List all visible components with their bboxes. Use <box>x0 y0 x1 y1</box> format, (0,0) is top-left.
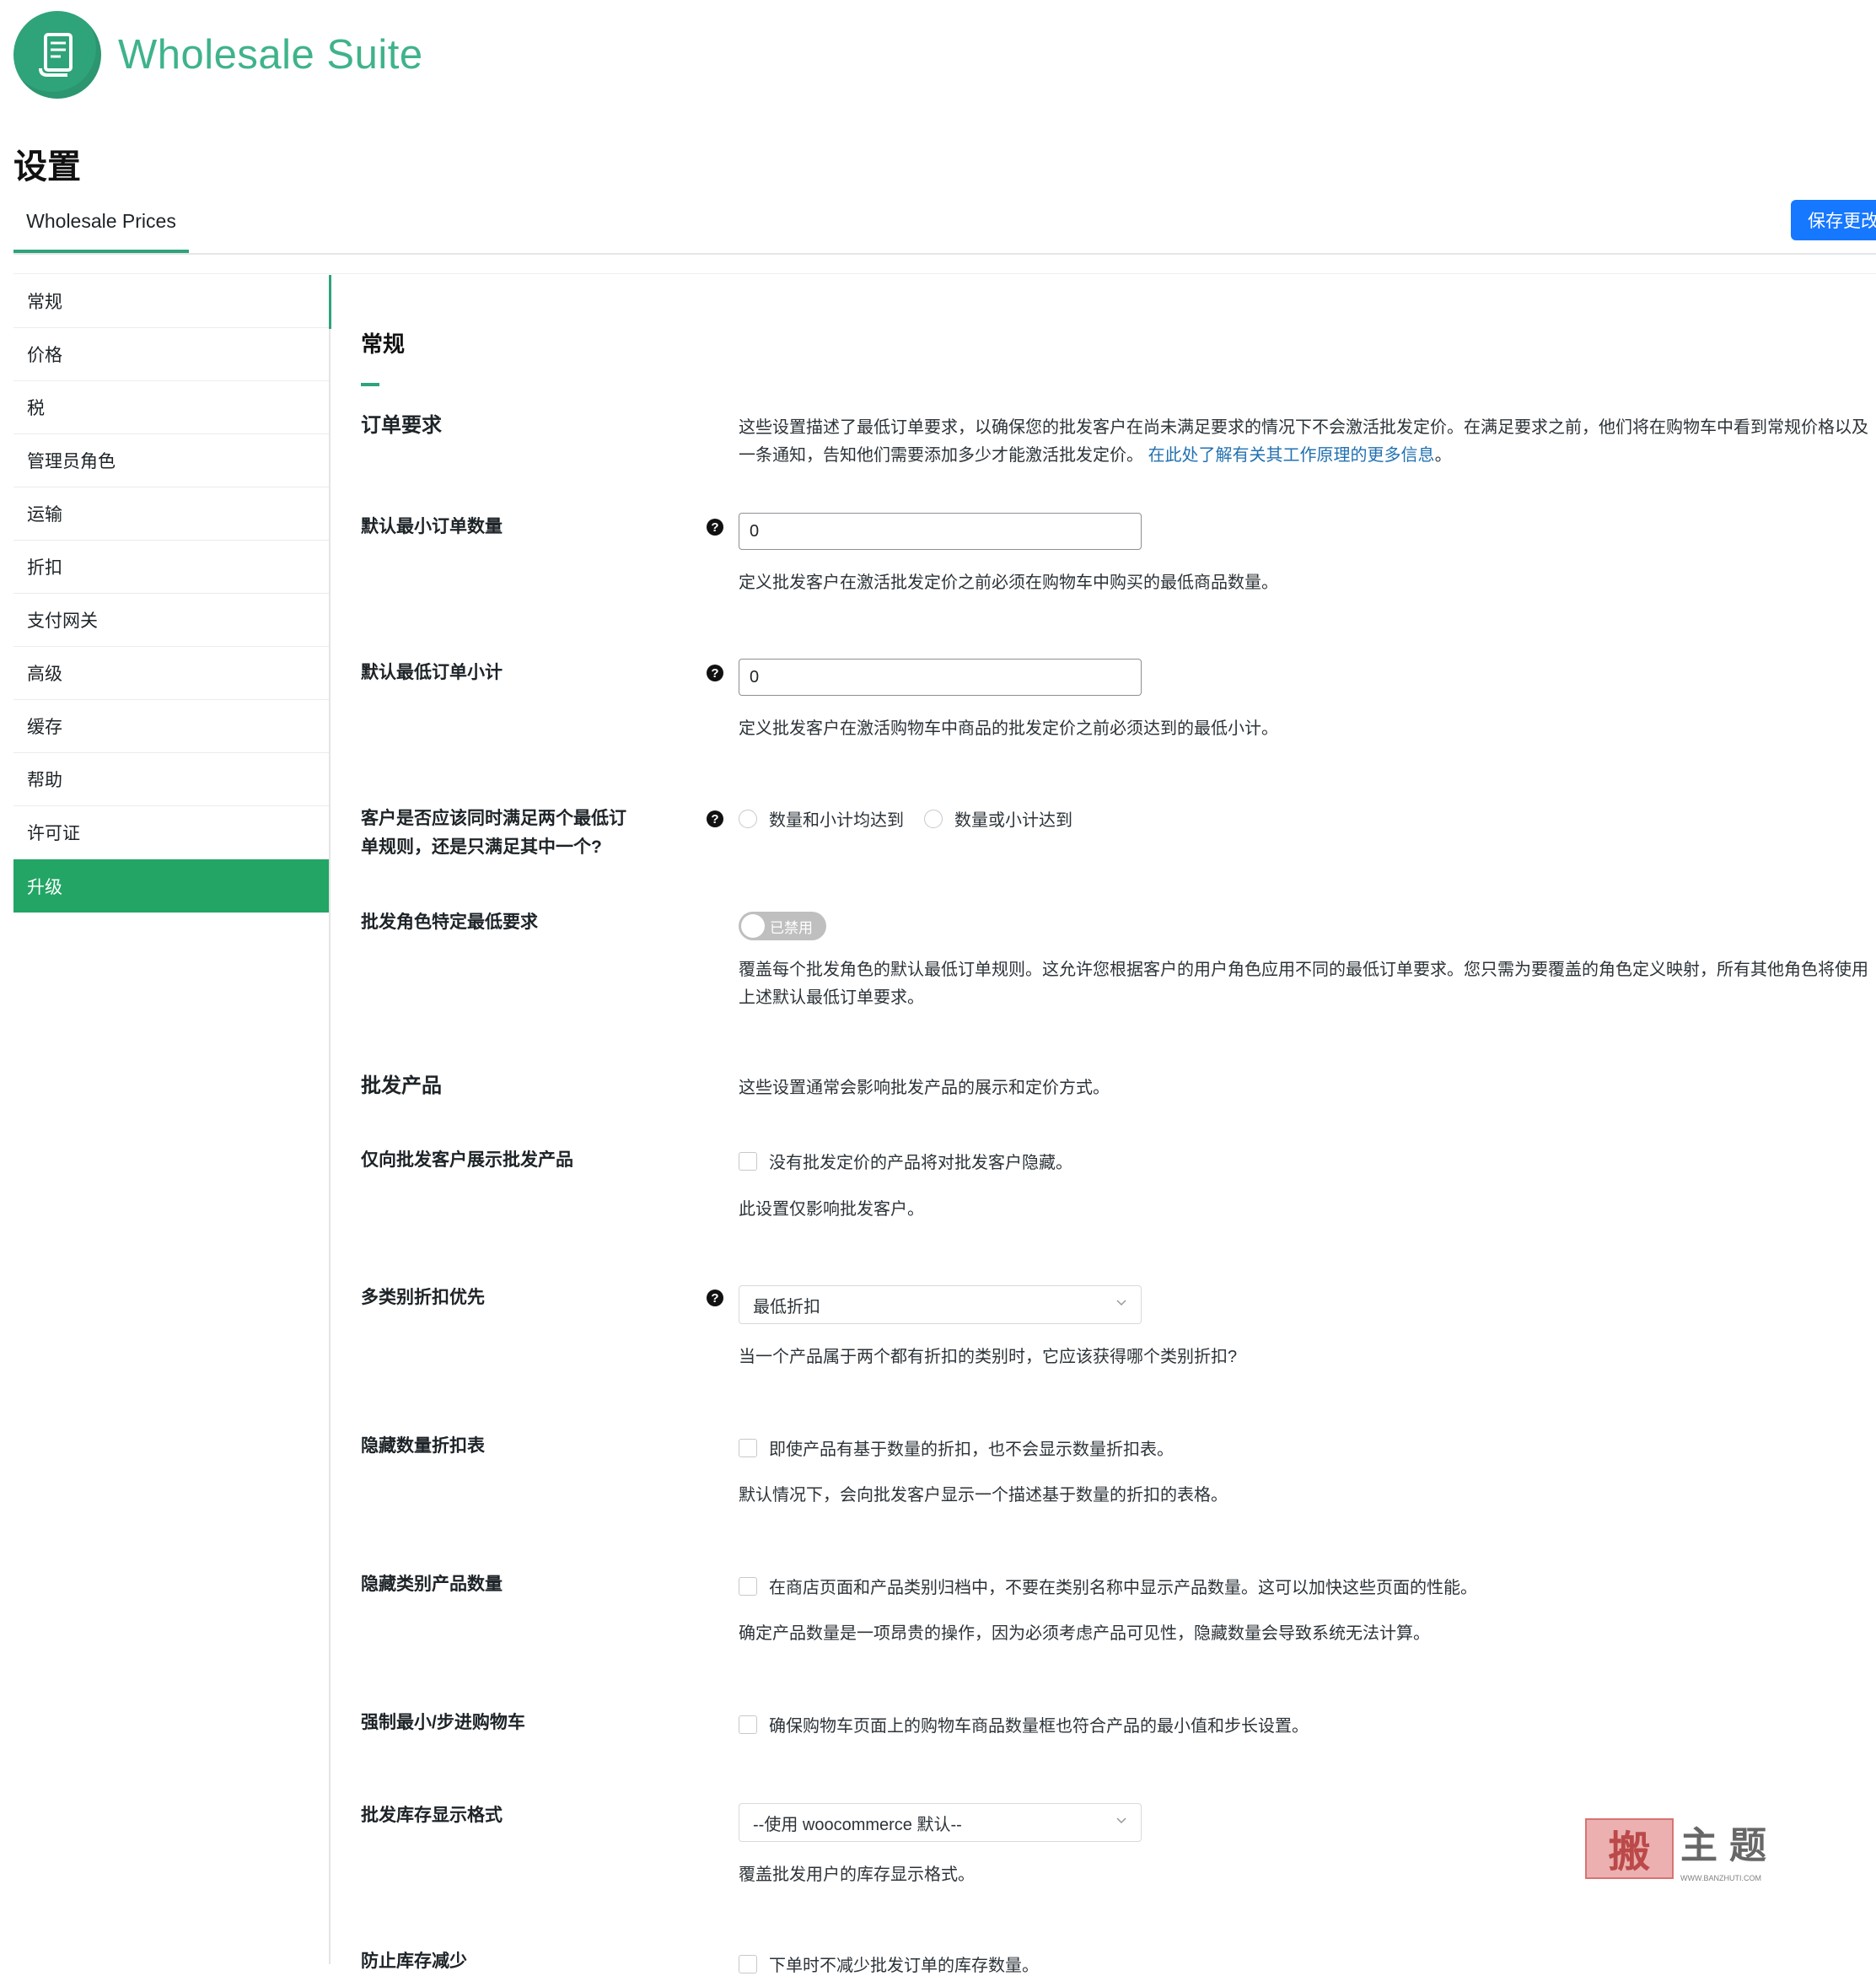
prevent-stock-reduce-label: 防止库存减少 <box>361 1952 467 1971</box>
radio-and-label: 数量和小计均达到 <box>769 811 904 830</box>
hide-qty-table-label: 隐藏数量折扣表 <box>361 1436 485 1456</box>
watermark-url: WWW.BANZHUTI.COM <box>1680 1874 1761 1882</box>
sidebar-item-license[interactable]: 许可证 <box>13 806 331 859</box>
min-subtotal-description: 定义批发客户在激活购物车中商品的批发定价之前必须达到的最低小计。 <box>739 719 1278 738</box>
stock-format-select[interactable]: --使用 woocommerce 默认-- <box>739 1803 1142 1842</box>
watermark-text: 主题 <box>1680 1824 1778 1867</box>
hide-qty-table-checkbox[interactable] <box>739 1438 757 1457</box>
enforce-min-step-checkbox[interactable] <box>739 1715 757 1734</box>
sidebar-active-indicator <box>329 275 331 329</box>
category-discount-description: 当一个产品属于两个都有折扣的类别时，它应该获得哪个类别折扣? <box>739 1348 1238 1366</box>
sidebar-item-price[interactable]: 价格 <box>13 328 331 381</box>
watermark-stamp: 搬 <box>1585 1818 1674 1879</box>
sidebar-item-help[interactable]: 帮助 <box>13 753 331 806</box>
sidebar-item-cache[interactable]: 缓存 <box>13 700 331 753</box>
enforce-min-step-option: 确保购物车页面上的购物车商品数量框也符合产品的最小值和步长设置。 <box>739 1712 1309 1736</box>
only-show-wholesale-label: 仅向批发客户展示批发产品 <box>361 1150 573 1170</box>
help-icon[interactable]: ? <box>707 810 723 827</box>
chevron-down-icon <box>1116 1300 1126 1306</box>
hide-cat-count-checkbox[interactable] <box>739 1576 757 1596</box>
sidebar-item-general[interactable]: 常规 <box>13 275 331 328</box>
order-requirements-description: 这些设置描述了最低订单要求，以确保您的批发客户在尚未满足要求的情况下不会激活批发… <box>739 414 1873 470</box>
toggle-knob <box>741 914 765 938</box>
stock-format-value: --使用 woocommerce 默认-- <box>753 1815 962 1834</box>
page-title: 设置 <box>13 148 81 186</box>
only-show-wholesale-description: 此设置仅影响批发客户。 <box>739 1200 924 1219</box>
save-button[interactable]: 保存更改 <box>1791 200 1876 240</box>
brand-name: Wholesale Suite <box>118 32 423 78</box>
section-accent <box>361 383 379 386</box>
hide-qty-table-checkbox-label: 即使产品有基于数量的折扣，也不会显示数量折扣表。 <box>769 1440 1174 1459</box>
stock-format-label: 批发库存显示格式 <box>361 1806 503 1825</box>
section-title: 常规 <box>361 331 406 357</box>
hide-cat-count-label: 隐藏类别产品数量 <box>361 1575 503 1594</box>
help-icon[interactable]: ? <box>707 519 723 536</box>
toggle-status: 已禁用 <box>770 919 813 936</box>
category-discount-label: 多类别折扣优先 <box>361 1288 485 1307</box>
enforce-min-step-checkbox-label: 确保购物车页面上的购物车商品数量框也符合产品的最小值和步长设置。 <box>769 1717 1309 1736</box>
radio-or[interactable] <box>924 809 943 828</box>
divider <box>13 273 1876 274</box>
sidebar-item-discount[interactable]: 折扣 <box>13 541 331 594</box>
brand-logo: Wholesale Suite <box>13 11 423 99</box>
chevron-down-icon <box>1116 1817 1126 1824</box>
sidebar-item-advanced[interactable]: 高级 <box>13 647 331 700</box>
sidebar-border <box>329 275 331 1964</box>
tab-bar: Wholesale Prices <box>13 192 1876 255</box>
min-subtotal-input[interactable]: 0 <box>739 659 1142 696</box>
sidebar-item-upgrade[interactable]: 升级 <box>13 859 331 913</box>
min-qty-description: 定义批发客户在激活批发定价之前必须在购物车中购买的最低商品数量。 <box>739 573 1278 592</box>
wholesale-products-heading: 批发产品 <box>361 1074 442 1097</box>
help-icon[interactable]: ? <box>707 1290 723 1306</box>
help-icon[interactable]: ? <box>707 665 723 681</box>
watermark: 搬 主题 WWW.BANZHUTI.COM <box>1585 1815 1778 1882</box>
min-qty-input[interactable]: 0 <box>739 513 1142 550</box>
tab-wholesale-prices[interactable]: Wholesale Prices <box>13 192 189 253</box>
wholesale-products-description: 这些设置通常会影响批发产品的展示和定价方式。 <box>739 1079 1110 1097</box>
hide-cat-count-checkbox-label: 在商店页面和产品类别归档中，不要在类别名称中显示产品数量。这可以加快这些页面的性… <box>769 1579 1477 1597</box>
sidebar-item-payment-gateway[interactable]: 支付网关 <box>13 594 331 647</box>
hide-qty-table-option: 即使产品有基于数量的折扣，也不会显示数量折扣表。 <box>739 1435 1174 1460</box>
role-min-toggle[interactable]: 已禁用 <box>739 912 826 940</box>
sidebar-item-tax[interactable]: 税 <box>13 381 331 434</box>
only-show-wholesale-option: 没有批发定价的产品将对批发客户隐藏。 <box>739 1149 1072 1173</box>
enforce-min-step-label: 强制最小/步进购物车 <box>361 1713 525 1732</box>
order-requirements-heading: 订单要求 <box>361 414 442 437</box>
hide-qty-table-description: 默认情况下，会向批发客户显示一个描述基于数量的折扣的表格。 <box>739 1486 1228 1505</box>
only-show-wholesale-checkbox[interactable] <box>739 1151 757 1171</box>
min-qty-label: 默认最小订单数量 <box>361 517 503 536</box>
sidebar-item-admin-roles[interactable]: 管理员角色 <box>13 434 331 487</box>
radio-and[interactable] <box>739 809 757 828</box>
watermark-text-group: 主题 WWW.BANZHUTI.COM <box>1680 1815 1778 1882</box>
rule-logic-label: 客户是否应该同时满足两个最低订单规则，还是只满足其中一个? <box>361 809 626 857</box>
only-show-wholesale-checkbox-label: 没有批发定价的产品将对批发客户隐藏。 <box>769 1154 1072 1172</box>
link-punctuation: 。 <box>1434 446 1452 465</box>
min-subtotal-label: 默认最低订单小计 <box>361 663 503 682</box>
role-min-label: 批发角色特定最低要求 <box>361 913 538 932</box>
sidebar-item-shipping[interactable]: 运输 <box>13 487 331 541</box>
category-discount-value: 最低折扣 <box>753 1297 820 1316</box>
settings-sidebar: 常规 价格 税 管理员角色 运输 折扣 支付网关 高级 缓存 帮助 许可证 升级 <box>13 275 331 913</box>
role-min-description: 覆盖每个批发角色的默认最低订单规则。这允许您根据客户的用户角色应用不同的最低订单… <box>739 961 1868 1007</box>
document-logo-icon <box>13 11 101 99</box>
hide-cat-count-description: 确定产品数量是一项昂贵的操作，因为必须考虑产品可见性，隐藏数量会导致系统无法计算… <box>739 1624 1430 1643</box>
category-discount-select[interactable]: 最低折扣 <box>739 1285 1142 1324</box>
learn-more-link[interactable]: 在此处了解有关其工作原理的更多信息 <box>1148 446 1435 465</box>
radio-or-label: 数量或小计达到 <box>954 811 1072 830</box>
hide-cat-count-option: 在商店页面和产品类别归档中，不要在类别名称中显示产品数量。这可以加快这些页面的性… <box>739 1574 1477 1598</box>
rule-logic-options: 数量和小计均达到 数量或小计达到 <box>739 806 1093 831</box>
